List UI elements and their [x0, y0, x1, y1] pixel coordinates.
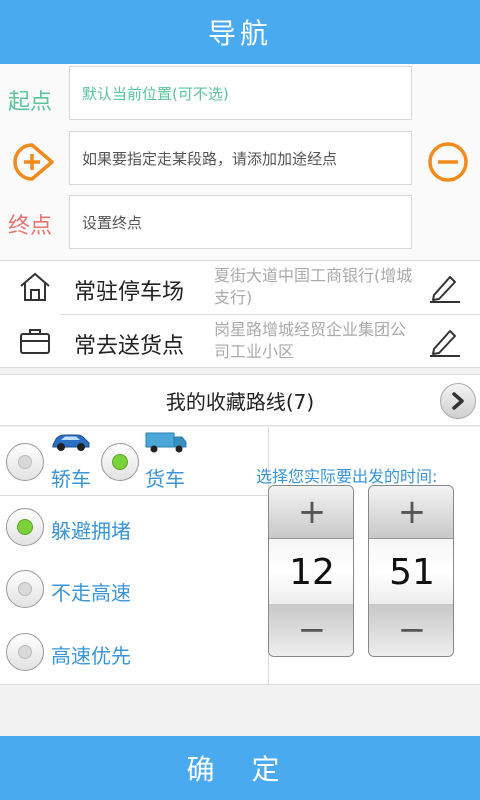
waypoint-input-text: 如果要指定走某段路，请添加加途经点 [82, 149, 338, 168]
car-radio[interactable] [6, 443, 44, 481]
truck-label: 货车 [145, 467, 185, 491]
minute-picker: + 51 − [368, 485, 454, 657]
place-name: 常驻停车场 [74, 280, 185, 305]
radio-dot [18, 645, 32, 659]
departure-time-hint: 选择您实际要出发的时间: [256, 467, 438, 486]
confirm-label: 确 定 [186, 753, 294, 786]
start-input[interactable]: 默认当前位置(可不选) [69, 66, 412, 120]
edit-pencil-icon[interactable] [428, 271, 462, 307]
place-address: 岗星路增城经贸企业集团公司工业小区 [214, 320, 407, 361]
car-icon [50, 431, 92, 457]
minute-value: 51 [369, 538, 453, 606]
radio-dot [18, 582, 32, 596]
car-label: 轿车 [51, 467, 91, 491]
hour-increment-button[interactable]: + [269, 486, 353, 538]
place-address: 夏街大道中国工商银行(增城支行) [214, 266, 413, 307]
start-label: 起点 [8, 90, 53, 115]
hour-picker: + 12 − [268, 485, 354, 657]
confirm-button[interactable]: 确 定 [0, 736, 480, 800]
end-input-text: 设置终点 [82, 213, 143, 232]
avoid-congestion-radio[interactable] [6, 508, 44, 546]
chevron-right-icon[interactable] [440, 383, 476, 419]
hour-value: 12 [269, 538, 353, 606]
place-name: 常去送货点 [74, 334, 185, 359]
favorite-routes-label: 我的收藏路线(7) [165, 389, 315, 414]
options-panel: 轿车 货车 躲避拥堵 不走高速 高速优先 选择您实际要出发的时间: + 12 −… [0, 427, 480, 685]
highway-first-label: 高速优先 [51, 644, 131, 668]
remove-waypoint-icon[interactable] [426, 140, 470, 188]
minute-decrement-button[interactable]: − [369, 604, 453, 656]
start-input-text: 默认当前位置(可不选) [82, 84, 229, 103]
truck-radio[interactable] [101, 443, 139, 481]
place-row-parking[interactable]: 常驻停车场 夏街大道中国工商银行(增城支行) [0, 261, 480, 315]
frequent-places: 常驻停车场 夏街大道中国工商银行(增城支行) 常去送货点 岗星路增城经贸企业集团… [0, 260, 480, 368]
end-input[interactable]: 设置终点 [69, 195, 412, 249]
edit-pencil-icon[interactable] [428, 325, 462, 361]
add-waypoint-icon[interactable] [12, 141, 56, 189]
divider [0, 495, 268, 496]
home-icon [18, 271, 52, 307]
avoid-congestion-label: 躲避拥堵 [51, 519, 131, 543]
truck-icon [144, 430, 188, 458]
favorite-routes-row[interactable]: 我的收藏路线(7) [0, 374, 480, 426]
radio-dot [17, 519, 33, 535]
waypoint-input[interactable]: 如果要指定走某段路，请添加加途经点 [69, 131, 412, 185]
hour-decrement-button[interactable]: − [269, 604, 353, 656]
highway-first-radio[interactable] [6, 633, 44, 671]
radio-dot [18, 455, 32, 469]
no-highway-radio[interactable] [6, 570, 44, 608]
route-input-area: 起点 默认当前位置(可不选) 如果要指定走某段路，请添加加途经点 终点 设置终点 [0, 64, 480, 260]
title-bar: 导航 [0, 0, 480, 64]
minute-increment-button[interactable]: + [369, 486, 453, 538]
briefcase-icon [18, 325, 52, 361]
no-highway-label: 不走高速 [51, 581, 131, 605]
end-label: 终点 [8, 214, 53, 239]
place-row-delivery[interactable]: 常去送货点 岗星路增城经贸企业集团公司工业小区 [0, 315, 480, 368]
radio-dot [112, 454, 128, 470]
page-title: 导航 [207, 17, 272, 50]
